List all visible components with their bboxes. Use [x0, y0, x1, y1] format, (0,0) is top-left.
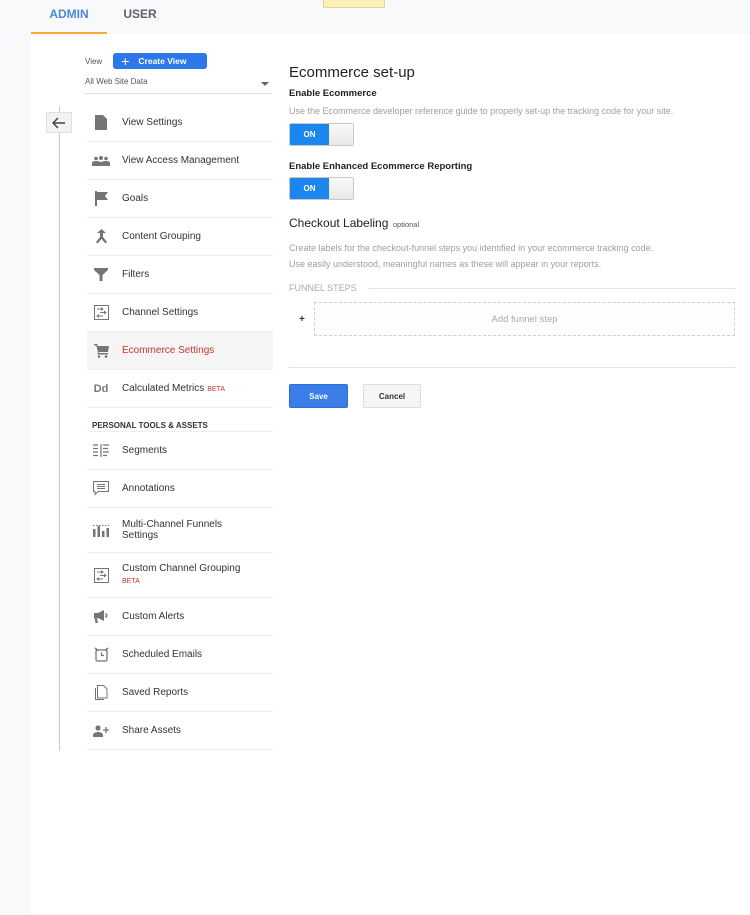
- sidebar-item-label: Segments: [122, 445, 168, 456]
- sidebar-item-calculated-metrics[interactable]: Dd Calculated Metrics BETA: [87, 370, 273, 408]
- caret-down-icon: [261, 82, 269, 86]
- add-funnel-step-row: + Add funnel step: [289, 302, 735, 336]
- merge-icon: [92, 229, 110, 245]
- optional-label: optional: [392, 220, 420, 229]
- sidebar-item-label: Custom Channel Grouping BETA: [122, 563, 241, 585]
- sidebar-item-custom-channel-grouping[interactable]: Custom Channel Grouping BETA: [87, 553, 273, 598]
- segments-icon: [92, 443, 110, 459]
- form-actions: Save Cancel: [289, 384, 735, 408]
- funnel-steps-title: FUNNEL STEPS: [289, 283, 357, 293]
- funnel-steps-header: FUNNEL STEPS: [289, 283, 735, 293]
- sidebar-item-label: Ecommerce Settings: [122, 345, 215, 356]
- sidebar-item-filters[interactable]: Filters: [87, 256, 273, 294]
- sidebar-item-label: View Access Management: [122, 155, 240, 166]
- sidebar-item-label: Saved Reports: [122, 687, 189, 698]
- section-title-personal-tools: PERSONAL TOOLS & ASSETS: [87, 408, 273, 432]
- notification-banner: [323, 0, 385, 8]
- top-bar: ADMIN USER: [0, 0, 750, 34]
- cancel-button[interactable]: Cancel: [363, 384, 421, 408]
- sidebar-item-label: Channel Settings: [122, 307, 199, 318]
- dd-icon: Dd: [93, 382, 109, 395]
- funnel-divider: [368, 287, 735, 289]
- beta-badge: BETA: [122, 578, 140, 585]
- sidebar-item-goals[interactable]: Goals: [87, 180, 273, 218]
- sidebar-item-label: View Settings: [122, 117, 183, 128]
- create-view-button[interactable]: + Create View: [113, 53, 208, 69]
- sidebar-item-custom-alerts[interactable]: Custom Alerts: [87, 598, 273, 636]
- rail-divider: [59, 106, 60, 751]
- sidebar-item-ecommerce-settings[interactable]: Ecommerce Settings: [87, 332, 273, 370]
- sidebar-item-label: Calculated Metrics BETA: [122, 382, 226, 394]
- filter-icon: [92, 267, 110, 283]
- enable-enhanced-toggle[interactable]: ON: [289, 177, 354, 200]
- alarm-icon: [92, 647, 110, 663]
- view-row: View + Create View: [85, 53, 208, 69]
- sidebar-item-saved-reports[interactable]: Saved Reports: [87, 674, 273, 712]
- comment-icon: [92, 481, 110, 497]
- enable-enhanced-label: Enable Enhanced Ecommerce Reporting: [289, 161, 473, 172]
- sidebar-item-label: Annotations: [122, 483, 175, 494]
- save-button[interactable]: Save: [289, 384, 348, 408]
- enable-ecommerce-description: Use the Ecommerce developer reference gu…: [289, 106, 674, 116]
- sidebar-item-channel-settings[interactable]: Channel Settings: [87, 294, 273, 332]
- plus-icon: +: [121, 53, 130, 69]
- sidebar-item-label: Content Grouping: [122, 231, 201, 242]
- document-icon: [92, 115, 110, 131]
- admin-panel: View + Create View All Web Site Data Vie…: [31, 34, 750, 915]
- view-select-value: All Web Site Data: [85, 77, 148, 86]
- arrow-left-icon: [52, 116, 65, 129]
- checkout-labeling-title: Checkout Labeling: [289, 216, 389, 230]
- create-view-label: Create View: [138, 56, 187, 66]
- checkout-description-1: Create labels for the checkout-funnel st…: [289, 243, 654, 253]
- channel-icon: [92, 567, 110, 583]
- cart-icon: [92, 343, 110, 359]
- sidebar-item-label: Scheduled Emails: [122, 649, 203, 660]
- ecommerce-setup-panel: Ecommerce set-up Enable Ecommerce Use th…: [289, 62, 735, 408]
- toggle-knob: [329, 178, 353, 199]
- sidebar-item-label: Filters: [122, 269, 150, 280]
- megaphone-icon: [92, 609, 110, 625]
- copy-icon: [92, 685, 110, 701]
- channel-icon: [92, 305, 110, 321]
- sidebar-item-share-assets[interactable]: Share Assets: [87, 712, 273, 750]
- view-label: View: [85, 56, 103, 66]
- sidebar-item-view-settings[interactable]: View Settings: [87, 104, 273, 142]
- sidebar-item-label: Goals: [122, 193, 149, 204]
- sidebar-item-view-access-management[interactable]: View Access Management: [87, 142, 273, 180]
- page-title: Ecommerce set-up: [289, 64, 415, 81]
- sidebar-item-multi-channel-funnels[interactable]: Multi-Channel Funnels Settings: [87, 508, 273, 553]
- toggle-on-label: ON: [290, 124, 329, 145]
- toggle-knob: [329, 124, 353, 145]
- checkout-description-2: Use easily understood, meaningful names …: [289, 259, 602, 269]
- enable-ecommerce-label: Enable Ecommerce: [289, 88, 377, 99]
- add-funnel-step-button[interactable]: Add funnel step: [314, 302, 735, 336]
- section-divider: [289, 367, 735, 368]
- toggle-on-label: ON: [290, 178, 329, 199]
- back-button[interactable]: [46, 112, 72, 133]
- bar-chart-icon: [92, 522, 110, 538]
- checkout-labeling-heading: Checkout Labeling optional: [289, 214, 735, 232]
- person-add-icon: [92, 723, 110, 739]
- sidebar-item-scheduled-emails[interactable]: Scheduled Emails: [87, 636, 273, 674]
- sidebar-item-label: Custom Alerts: [122, 611, 185, 622]
- beta-badge: BETA: [207, 385, 226, 393]
- tab-admin[interactable]: ADMIN: [31, 0, 107, 34]
- enable-ecommerce-toggle[interactable]: ON: [289, 123, 354, 146]
- sidebar-item-label: Multi-Channel Funnels Settings: [122, 519, 223, 541]
- sidebar-item-label: Share Assets: [122, 725, 181, 736]
- view-select[interactable]: All Web Site Data: [85, 77, 271, 94]
- plus-icon[interactable]: +: [289, 314, 314, 325]
- flag-icon: [92, 191, 110, 207]
- sidebar-nav: View Settings View Access Management Goa…: [87, 104, 273, 750]
- sidebar-item-content-grouping[interactable]: Content Grouping: [87, 218, 273, 256]
- sidebar-item-annotations[interactable]: Annotations: [87, 470, 273, 508]
- people-icon: [92, 153, 110, 169]
- sidebar-item-segments[interactable]: Segments: [87, 432, 273, 470]
- tab-user[interactable]: USER: [107, 0, 173, 34]
